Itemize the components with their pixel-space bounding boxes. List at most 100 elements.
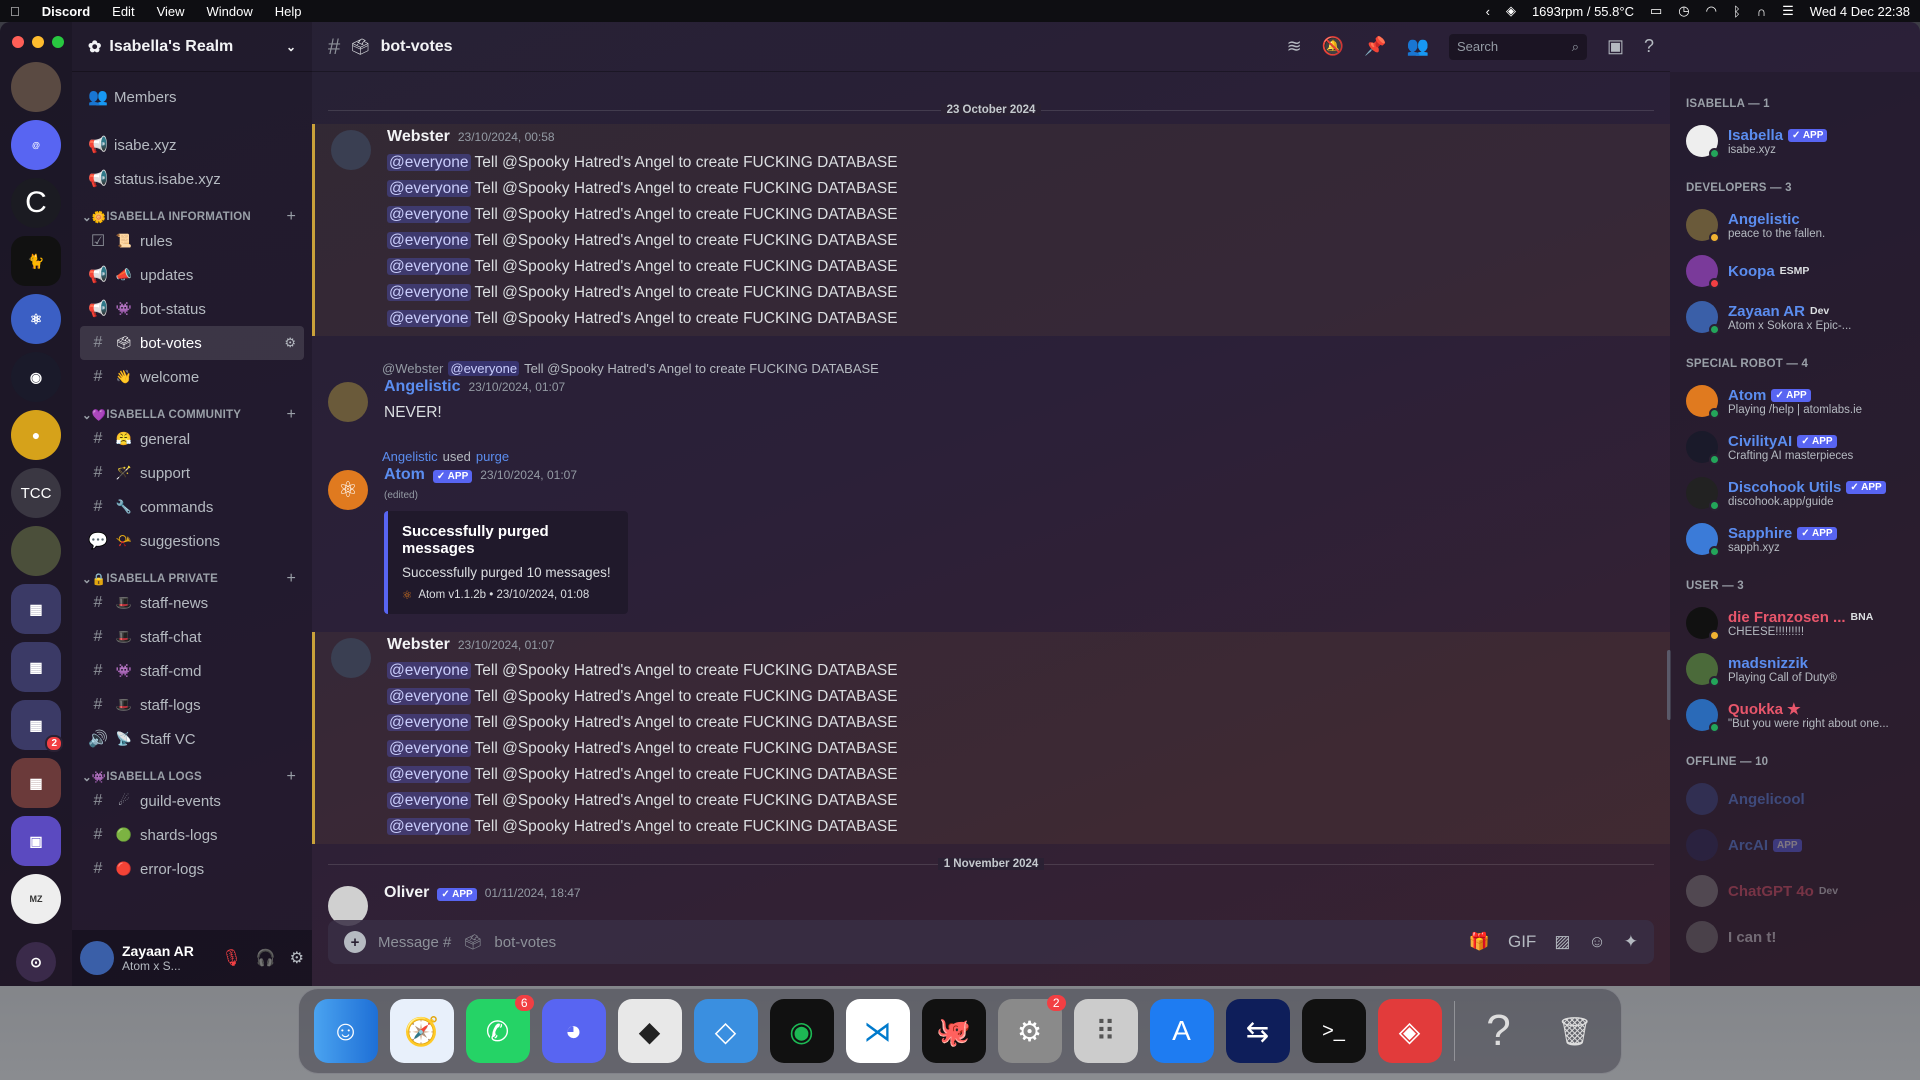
category-information[interactable]: ⌄ 🌼 ISABELLA INFORMATION + bbox=[80, 196, 304, 226]
server-folder[interactable]: ▦ bbox=[11, 642, 61, 692]
member-item[interactable]: Sapphire ✓ APP sapph.xyz bbox=[1686, 516, 1912, 562]
member-item[interactable]: Quokka ★ "But you were right about one... bbox=[1686, 692, 1912, 738]
server-icon[interactable]: MZ bbox=[11, 874, 61, 924]
fan-status[interactable]: 1693rpm / 55.8°C bbox=[1532, 4, 1634, 19]
channel-support[interactable]: # 🪄 support bbox=[80, 456, 304, 490]
server-folder[interactable]: ▦ 2 bbox=[11, 700, 63, 752]
mention[interactable]: @everyone bbox=[387, 284, 471, 301]
member-item[interactable]: ArcAI APP bbox=[1686, 822, 1912, 868]
control-center-icon[interactable]: ☰ bbox=[1782, 3, 1794, 19]
mention[interactable]: @everyone bbox=[387, 714, 471, 731]
avatar[interactable] bbox=[331, 130, 371, 170]
settings-gear-icon[interactable]: ⚙ bbox=[290, 948, 304, 968]
inbox-icon[interactable]: ▣ bbox=[1607, 36, 1624, 57]
layers-icon[interactable]: ◈ bbox=[1506, 3, 1516, 19]
vscode-icon[interactable]: ⋊ bbox=[845, 999, 910, 1063]
roblox-studio-icon[interactable]: ◇ bbox=[693, 999, 758, 1063]
server-icon[interactable]: ⚛ bbox=[11, 294, 61, 344]
channel-staff-logs[interactable]: # 🎩 staff-logs bbox=[80, 688, 304, 722]
zoom-window-button[interactable] bbox=[52, 36, 64, 48]
roblox-icon[interactable]: ◆ bbox=[617, 999, 682, 1063]
member-item[interactable]: Isabella ✓ APP isabe.xyz bbox=[1686, 118, 1912, 164]
category-community[interactable]: ⌄ 💜 ISABELLA COMMUNITY + bbox=[80, 394, 304, 423]
terminal-icon[interactable]: >_ bbox=[1301, 999, 1366, 1063]
message-composer[interactable]: + Message # 🗳 bot-votes 🎁 GIF ▨ ☺ ✦ bbox=[328, 920, 1654, 964]
chevron-left-icon[interactable]: ‹ bbox=[1486, 4, 1490, 19]
channel-staff-news[interactable]: # 🎩 staff-news bbox=[80, 586, 304, 620]
channel-welcome[interactable]: # 👋 welcome bbox=[80, 360, 304, 394]
teamviewer-icon[interactable]: ⇆ bbox=[1225, 999, 1290, 1063]
settings-gear-icon[interactable]: ⚙ 2 bbox=[997, 995, 1066, 1063]
channel-staff-vc[interactable]: 🔊 📡 Staff VC bbox=[80, 722, 304, 756]
channel-staff-chat[interactable]: # 🎩 staff-chat bbox=[80, 620, 304, 654]
server-icon-tcc[interactable]: TCC bbox=[11, 468, 61, 518]
close-window-button[interactable] bbox=[12, 36, 24, 48]
minimize-window-button[interactable] bbox=[32, 36, 44, 48]
channel-shards-logs[interactable]: # 🟢 shards-logs bbox=[80, 818, 304, 852]
server-icon[interactable]: ◉ bbox=[11, 352, 61, 402]
channel-guild-events[interactable]: # ☄ guild-events bbox=[80, 784, 304, 818]
command-preview[interactable]: Angelistic used purge bbox=[382, 446, 1654, 466]
finder-icon[interactable]: ☺ bbox=[313, 999, 378, 1063]
atom-icon[interactable]: ⚛ bbox=[328, 470, 368, 510]
add-channel-icon[interactable]: + bbox=[286, 208, 296, 226]
menu-help[interactable]: Help bbox=[275, 4, 302, 19]
mention[interactable]: @everyone bbox=[387, 258, 471, 275]
mention[interactable]: @everyone bbox=[387, 766, 471, 783]
avatar[interactable] bbox=[331, 638, 371, 678]
sticker-icon[interactable]: ▨ bbox=[1554, 932, 1570, 952]
guild-header[interactable]: ✿ Isabella's Realm ⌄ bbox=[72, 22, 312, 72]
menubar-datetime[interactable]: Wed 4 Dec 22:38 bbox=[1810, 4, 1910, 19]
mention[interactable]: @everyone bbox=[387, 688, 471, 705]
mention[interactable]: @everyone bbox=[387, 818, 471, 835]
message[interactable]: Oliver ✓ APP 01/11/2024, 18:47 bbox=[312, 880, 1670, 926]
trash-icon[interactable]: 🗑 bbox=[1543, 999, 1607, 1063]
pin-icon[interactable]: 📌 bbox=[1364, 36, 1386, 57]
member-item[interactable]: Angelicool bbox=[1686, 776, 1912, 822]
message[interactable]: Angelistic used purge ⚛ Atom ✓ APP 23/10/202… bbox=[312, 442, 1670, 618]
bluetooth-icon[interactable]: ᛒ bbox=[1733, 4, 1741, 19]
member-item[interactable]: I can t! bbox=[1686, 914, 1912, 960]
mention[interactable]: @everyone bbox=[448, 360, 520, 376]
member-item[interactable]: Koopa ESMP bbox=[1686, 248, 1912, 294]
server-icon[interactable] bbox=[11, 62, 61, 112]
message-author[interactable]: Angelistic bbox=[384, 378, 460, 396]
help-icon[interactable]: ? bbox=[1644, 36, 1654, 57]
member-item[interactable]: Discohook Utils ✓ APP discohook.app/guide bbox=[1686, 470, 1912, 516]
wifi-icon[interactable]: ◠ bbox=[1706, 3, 1717, 19]
channel-bot-status[interactable]: 📢 👾 bot-status bbox=[80, 292, 304, 326]
menu-edit[interactable]: Edit bbox=[112, 4, 134, 19]
settings-gear-icon[interactable]: ⚙ bbox=[284, 335, 296, 351]
app-store-icon[interactable]: A bbox=[1149, 999, 1214, 1063]
apps-icon[interactable]: ✦ bbox=[1624, 932, 1638, 952]
discover-icon[interactable]: ⊙ bbox=[16, 942, 56, 982]
gift-icon[interactable]: 🎁 bbox=[1469, 932, 1490, 952]
launchpad-icon[interactable]: ⠿ bbox=[1073, 999, 1138, 1063]
channel-commands[interactable]: # 🔧 commands bbox=[80, 490, 304, 524]
member-item[interactable]: CivilityAI ✓ APP Crafting AI masterpieces bbox=[1686, 424, 1912, 470]
channel-updates[interactable]: 📢 📣 updates bbox=[80, 258, 304, 292]
server-folder[interactable]: ▦ bbox=[11, 758, 61, 808]
mention[interactable]: @everyone bbox=[387, 310, 471, 327]
category-private[interactable]: ⌄ 🔒 ISABELLA PRIVATE + bbox=[80, 558, 304, 587]
message[interactable]: Webster 23/10/2024, 01:07 @everyone Tell … bbox=[312, 632, 1670, 844]
attach-plus-icon[interactable]: + bbox=[344, 931, 366, 953]
gif-icon[interactable]: GIF bbox=[1508, 932, 1536, 952]
message[interactable]: Webster 23/10/2024, 00:58 @everyone Tell … bbox=[312, 124, 1670, 336]
channel-staff-cmd[interactable]: # 👾 staff-cmd bbox=[80, 654, 304, 688]
display-icon[interactable]: ▭ bbox=[1650, 3, 1662, 19]
channel-isabe-xyz[interactable]: 📢 isabe.xyz bbox=[80, 128, 304, 162]
category-logs[interactable]: ⌄ 👾 ISABELLA LOGS + bbox=[80, 756, 304, 785]
channel-rules[interactable]: ☑ 📜 rules bbox=[80, 224, 304, 258]
menu-view[interactable]: View bbox=[157, 4, 185, 19]
member-item[interactable]: Zayaan AR Dev Atom x Sokora x Epic-... bbox=[1686, 294, 1912, 340]
reply-preview[interactable]: @Webster @everyone Tell @Spooky Hatred's A… bbox=[382, 358, 1654, 378]
mention[interactable]: @everyone bbox=[387, 740, 471, 757]
member-item[interactable]: ChatGPT 4o Dev bbox=[1686, 868, 1912, 914]
emoji-icon[interactable]: ☺ bbox=[1588, 932, 1605, 952]
notification-bell-icon[interactable]: 🔕 bbox=[1322, 36, 1344, 57]
anydesk-icon[interactable]: ◈ bbox=[1377, 999, 1442, 1063]
member-list-icon[interactable]: 👥 bbox=[1407, 36, 1429, 57]
search-input[interactable]: Search ⌕ bbox=[1448, 33, 1587, 60]
menu-window[interactable]: Window bbox=[207, 4, 253, 19]
